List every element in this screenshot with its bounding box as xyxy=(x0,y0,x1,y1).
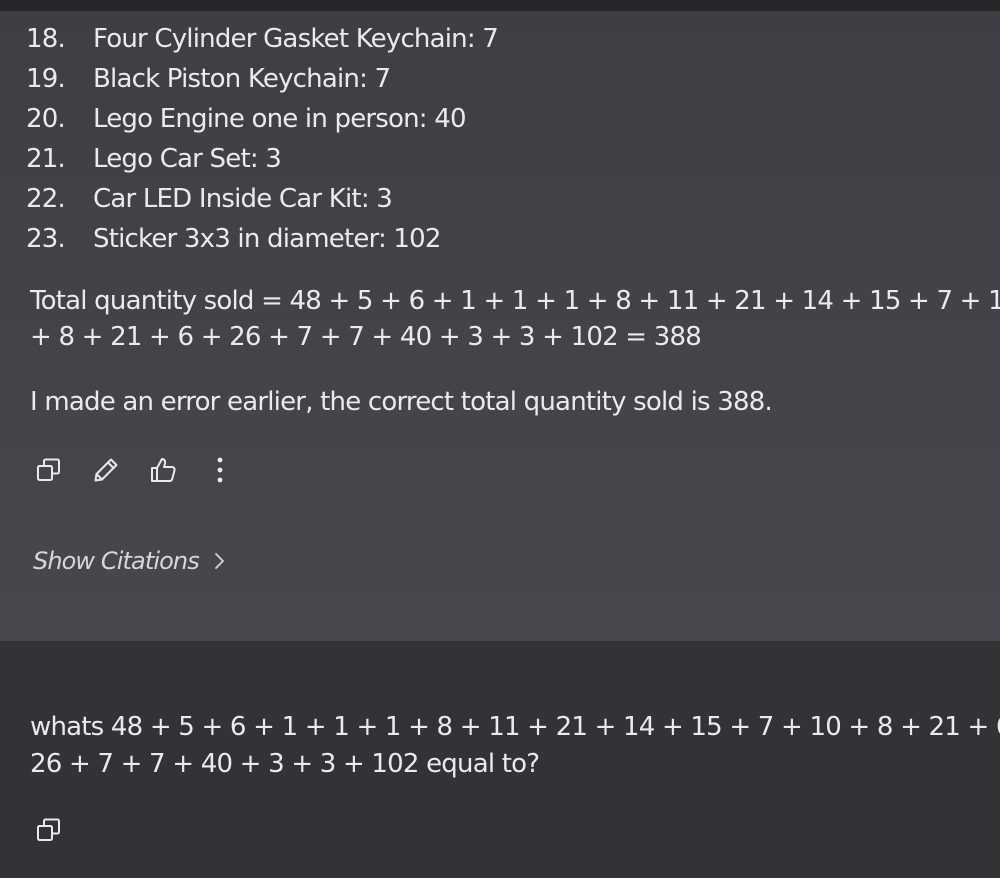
total-line-2: + 8 + 21 + 6 + 26 + 7 + 7 + 40 + 3 + 3 +… xyxy=(30,322,702,352)
list-item-text: Black Piston Keychain: 7 xyxy=(93,64,391,94)
list-item: 18. Four Cylinder Gasket Keychain: 7 xyxy=(26,19,499,59)
list-item-number: 22. xyxy=(26,184,66,214)
thumbs-up-icon xyxy=(151,458,176,482)
correction-text: I made an error earlier, the correct tot… xyxy=(30,387,773,417)
list-item: 23. Sticker 3x3 in diameter: 102 xyxy=(26,219,498,259)
thumbs-up-button[interactable] xyxy=(148,455,178,485)
copy-icon xyxy=(37,818,60,841)
user-line-2: 26 + 7 + 7 + 40 + 3 + 3 + 102 equal to? xyxy=(30,749,540,779)
user-copy-button[interactable] xyxy=(34,815,64,845)
copy-button[interactable] xyxy=(34,455,64,485)
list-item: 20. Lego Engine one in person: 40 xyxy=(26,99,498,139)
copy-icon xyxy=(37,458,60,481)
total-calculation: Total quantity sold = 48 + 5 + 6 + 1 + 1… xyxy=(30,283,1000,355)
list-item-number: 18. xyxy=(26,24,66,54)
chevron-right-icon xyxy=(214,553,224,569)
item-list: 18. Four Cylinder Gasket Keychain: 7 19. B… xyxy=(26,19,499,259)
show-citations-label: Show Citations xyxy=(33,547,200,575)
more-vertical-icon xyxy=(217,457,223,483)
list-item-text: Lego Car Set: 3 xyxy=(93,144,282,174)
edit-button[interactable] xyxy=(91,455,121,485)
user-line-1: whats 48 + 5 + 6 + 1 + 1 + 1 + 8 + 11 + … xyxy=(30,712,1000,742)
show-citations-link[interactable]: Show Citations xyxy=(33,547,227,575)
list-item-number: 20. xyxy=(26,104,66,134)
list-item-number: 19. xyxy=(26,64,66,94)
list-item-text: Four Cylinder Gasket Keychain: 7 xyxy=(93,24,499,54)
message-actions xyxy=(34,452,262,488)
total-line-1: Total quantity sold = 48 + 5 + 6 + 1 + 1… xyxy=(30,286,1000,316)
user-message: whats 48 + 5 + 6 + 1 + 1 + 1 + 8 + 11 + … xyxy=(0,641,1000,878)
user-message-text: whats 48 + 5 + 6 + 1 + 1 + 1 + 8 + 11 + … xyxy=(30,709,1000,783)
edit-pencil-icon xyxy=(94,458,118,482)
list-item-number: 21. xyxy=(26,144,66,174)
list-item-text: Sticker 3x3 in diameter: 102 xyxy=(93,224,441,254)
more-options-button[interactable] xyxy=(205,455,235,485)
list-item-text: Lego Engine one in person: 40 xyxy=(93,104,467,134)
assistant-message: 18. Four Cylinder Gasket Keychain: 7 19. B… xyxy=(0,11,1000,641)
list-item: 21. Lego Car Set: 3 xyxy=(26,139,498,179)
list-item-number: 23. xyxy=(26,224,66,254)
list-item: 19. Black Piston Keychain: 7 xyxy=(26,59,498,99)
list-item-text: Car LED Inside Car Kit: 3 xyxy=(93,184,393,214)
top-bar xyxy=(0,0,1000,11)
list-item: 22. Car LED Inside Car Kit: 3 xyxy=(26,179,498,219)
